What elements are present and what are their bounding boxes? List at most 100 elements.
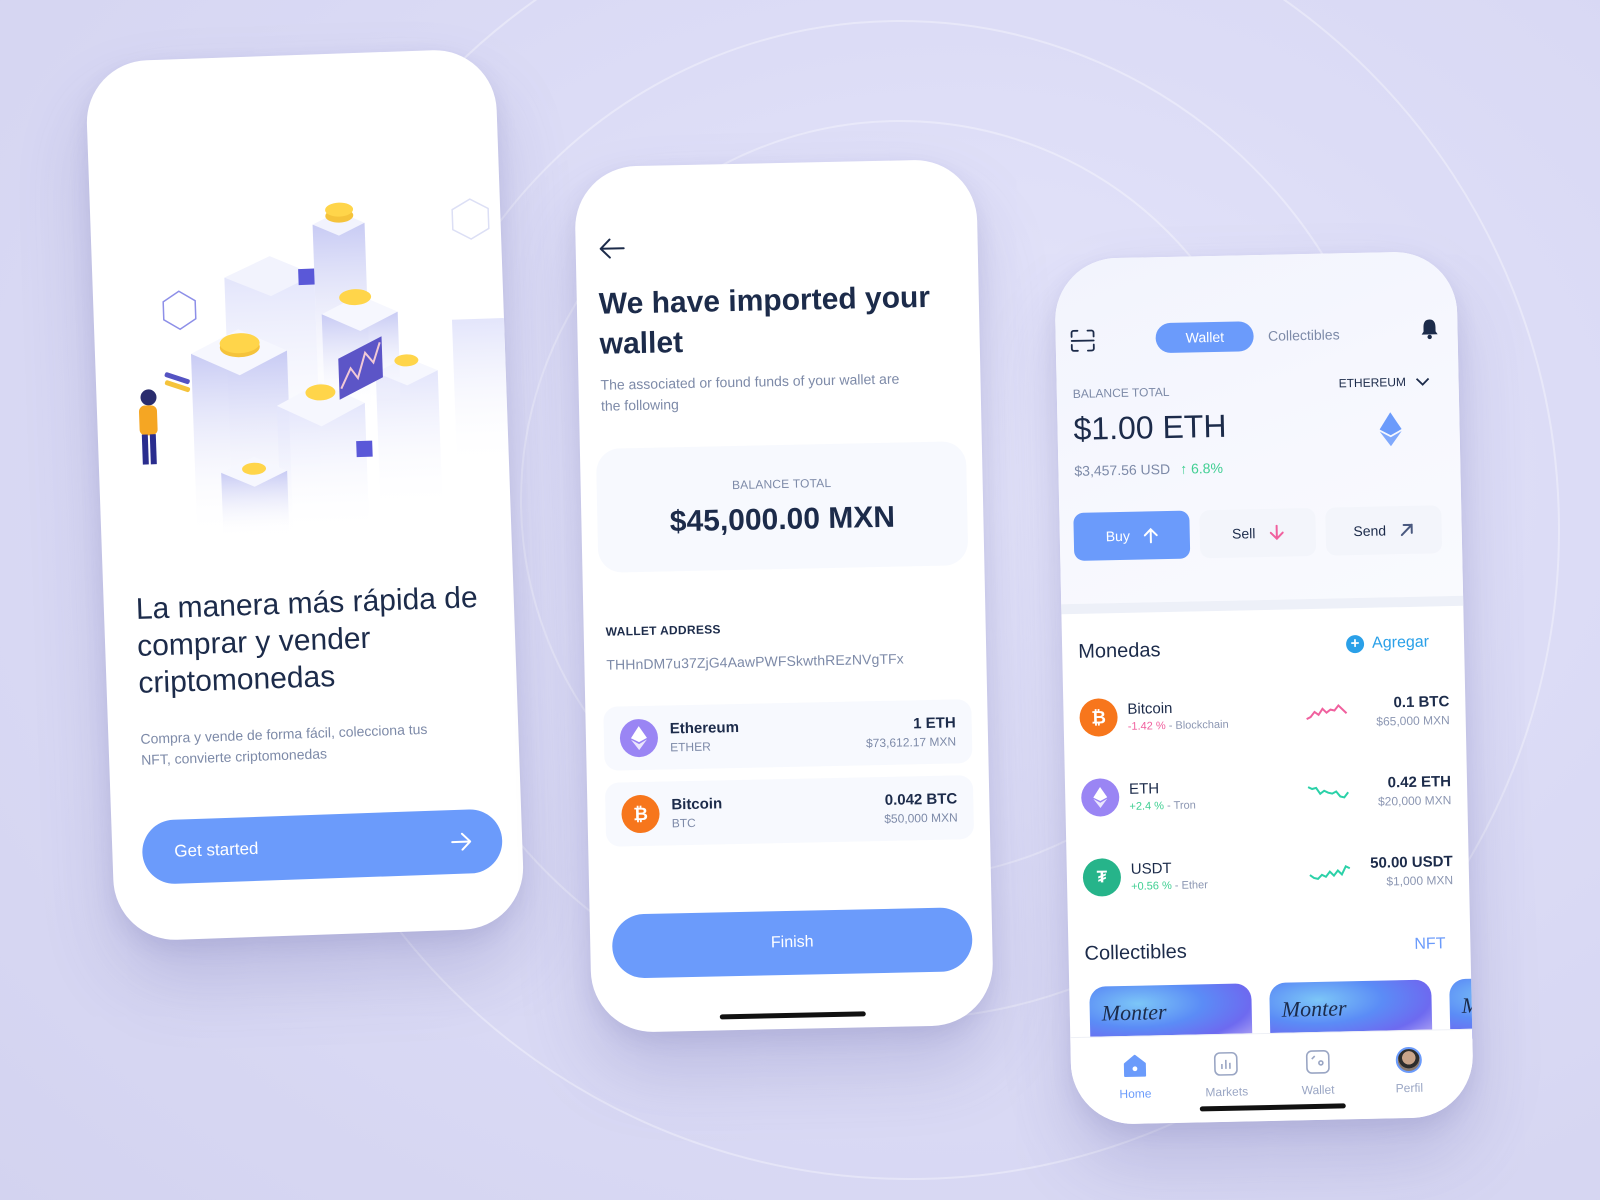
chevron-down-icon (1416, 377, 1430, 386)
coin-row-usdt[interactable]: ₮ USDT +0.56 % - Ether 50.00 USDT $1,000… (1082, 845, 1453, 903)
add-coin-button[interactable]: + Agregar (1345, 633, 1430, 654)
onboarding-screen: La manera más rápida de comprar y vender… (84, 48, 526, 942)
asset-row-ethereum[interactable]: Ethereum ETHER 1 ETH $73,612.17 MXN (603, 699, 973, 771)
asset-amount: 1 ETH (913, 714, 956, 733)
nav-home[interactable]: Home (1104, 1036, 1166, 1124)
get-started-button[interactable]: Get started (141, 808, 504, 885)
nft-title: Monter (1101, 999, 1167, 1026)
sparkline-chart (1306, 703, 1348, 720)
coin-row-bitcoin[interactable]: ₿ Bitcoin -1.42 % - Blockchain 0.1 BTC $… (1079, 685, 1450, 743)
home-icon (1123, 1054, 1147, 1077)
network-name: ETHEREUM (1338, 374, 1407, 391)
balance-value: $1.00 ETH (1073, 407, 1227, 447)
nav-label: Wallet (1301, 1082, 1335, 1098)
sell-button[interactable]: Sell (1199, 507, 1317, 559)
ethereum-icon (1080, 778, 1120, 817)
collectibles-title: Collectibles (1084, 940, 1188, 965)
wallet-address-label: WALLET ADDRESS (605, 622, 721, 639)
coin-amount: 0.1 BTC (1393, 693, 1450, 712)
finish-label: Finish (770, 933, 814, 952)
wallet-home-screen: Wallet Collectibles BALANCE TOTAL ETHERE… (1053, 250, 1475, 1126)
crypto-illustration (138, 198, 510, 539)
asset-fiat: $73,612.17 MXN (865, 734, 957, 751)
balance-label: BALANCE TOTAL (1072, 384, 1170, 401)
wallet-icon (1305, 1050, 1330, 1074)
import-title: We have imported your wallet (598, 280, 931, 361)
import-wallet-screen: We have imported your wallet The associa… (573, 158, 995, 1034)
nav-perfil[interactable]: Perfil (1378, 1030, 1440, 1118)
buy-button[interactable]: Buy (1073, 510, 1191, 561)
coin-change: +0.56 % (1131, 879, 1172, 893)
onboarding-title: La manera más rápida de comprar y vender… (135, 581, 479, 700)
bitcoin-icon: ₿ (621, 794, 660, 834)
coin-fiat: $20,000 MXN (1377, 793, 1452, 809)
wallet-collectibles-tabs: Wallet Collectibles (1155, 319, 1340, 354)
arrow-down-icon (1269, 524, 1284, 541)
home-indicator (719, 1011, 866, 1020)
asset-name: Ethereum (669, 718, 740, 738)
coin-name: Bitcoin (1127, 699, 1173, 718)
balance-card: BALANCE TOTAL $45,000.00 MXN (595, 441, 969, 573)
nft-title: Monter (1281, 995, 1347, 1022)
onboarding-subtitle: Compra y vende de forma fácil, coleccion… (140, 720, 428, 768)
bell-icon[interactable] (1419, 317, 1439, 340)
nav-label: Home (1119, 1086, 1152, 1102)
arrow-left-icon[interactable] (597, 236, 625, 261)
sparkline-chart (1307, 786, 1349, 799)
tether-icon: ₮ (1082, 858, 1122, 897)
nft-title: M (1461, 992, 1475, 1018)
ethereum-icon (619, 718, 659, 758)
coin-row-eth[interactable]: ETH +2.4 % - Tron 0.42 ETH $20,000 MXN (1080, 765, 1452, 823)
import-subtitle: The associated or found funds of your wa… (600, 370, 900, 414)
balance-usd-row: $3,457.56 USD ↑ 6.8% (1074, 460, 1223, 479)
balance-change-value: 6.8% (1190, 459, 1224, 477)
markets-icon (1214, 1051, 1239, 1076)
nav-label: Perfil (1395, 1080, 1424, 1096)
network-selector[interactable]: ETHEREUM (1338, 374, 1430, 390)
bottom-nav: Home Markets Wallet Perfil (1070, 1028, 1475, 1126)
get-started-label: Get started (174, 838, 259, 861)
nft-link[interactable]: NFT (1414, 935, 1445, 954)
tab-collectibles[interactable]: Collectibles (1268, 326, 1340, 343)
arrow-right-icon (451, 832, 472, 851)
asset-name: Bitcoin (671, 795, 723, 814)
coin-change: -1.42 % (1127, 720, 1166, 733)
coin-amount: 0.42 ETH (1387, 773, 1452, 792)
coin-amount: 50.00 USDT (1369, 853, 1453, 872)
sparkline-chart (1309, 864, 1351, 881)
asset-amount: 0.042 BTC (884, 790, 958, 809)
wallet-actions: Buy Sell Send (1073, 505, 1443, 561)
nav-label: Markets (1205, 1084, 1249, 1100)
balance-change: ↑ 6.8% (1179, 459, 1224, 477)
arrow-up-right-icon (1401, 523, 1414, 537)
scan-icon[interactable] (1069, 328, 1095, 353)
send-label: Send (1353, 522, 1387, 540)
coin-network: - Ether (1171, 879, 1208, 892)
bitcoin-icon: ₿ (1079, 698, 1118, 737)
coin-network: - Blockchain (1165, 718, 1229, 733)
asset-row-bitcoin[interactable]: ₿ Bitcoin BTC 0.042 BTC $50,000 MXN (604, 775, 975, 847)
arrow-up-icon (1143, 527, 1158, 544)
asset-symbol: BTC (671, 815, 696, 831)
coin-change: +2.4 % (1129, 800, 1165, 813)
tab-wallet[interactable]: Wallet (1155, 321, 1255, 354)
coins-title: Monedas (1077, 639, 1161, 663)
coin-fiat: $65,000 MXN (1376, 713, 1450, 729)
ethereum-icon (1379, 412, 1402, 447)
wallet-address-value[interactable]: THHnDM7u37ZjG4AawPWFSkwthREzNVgTFx (606, 651, 904, 673)
finish-button[interactable]: Finish (611, 907, 973, 979)
balance-value: $45,000.00 MXN (669, 500, 896, 539)
asset-symbol: ETHER (669, 739, 711, 755)
coin-network: - Tron (1163, 799, 1196, 813)
add-label: Agregar (1371, 633, 1430, 652)
coin-fiat: $1,000 MXN (1386, 873, 1454, 889)
asset-fiat: $50,000 MXN (884, 810, 958, 826)
coin-name: ETH (1128, 780, 1160, 798)
balance-label: BALANCE TOTAL (731, 475, 832, 493)
avatar (1395, 1046, 1423, 1074)
buy-label: Buy (1105, 527, 1131, 545)
coin-name: USDT (1130, 859, 1172, 878)
sell-label: Sell (1231, 525, 1256, 542)
send-button[interactable]: Send (1325, 505, 1443, 556)
balance-usd: $3,457.56 USD (1074, 460, 1171, 479)
